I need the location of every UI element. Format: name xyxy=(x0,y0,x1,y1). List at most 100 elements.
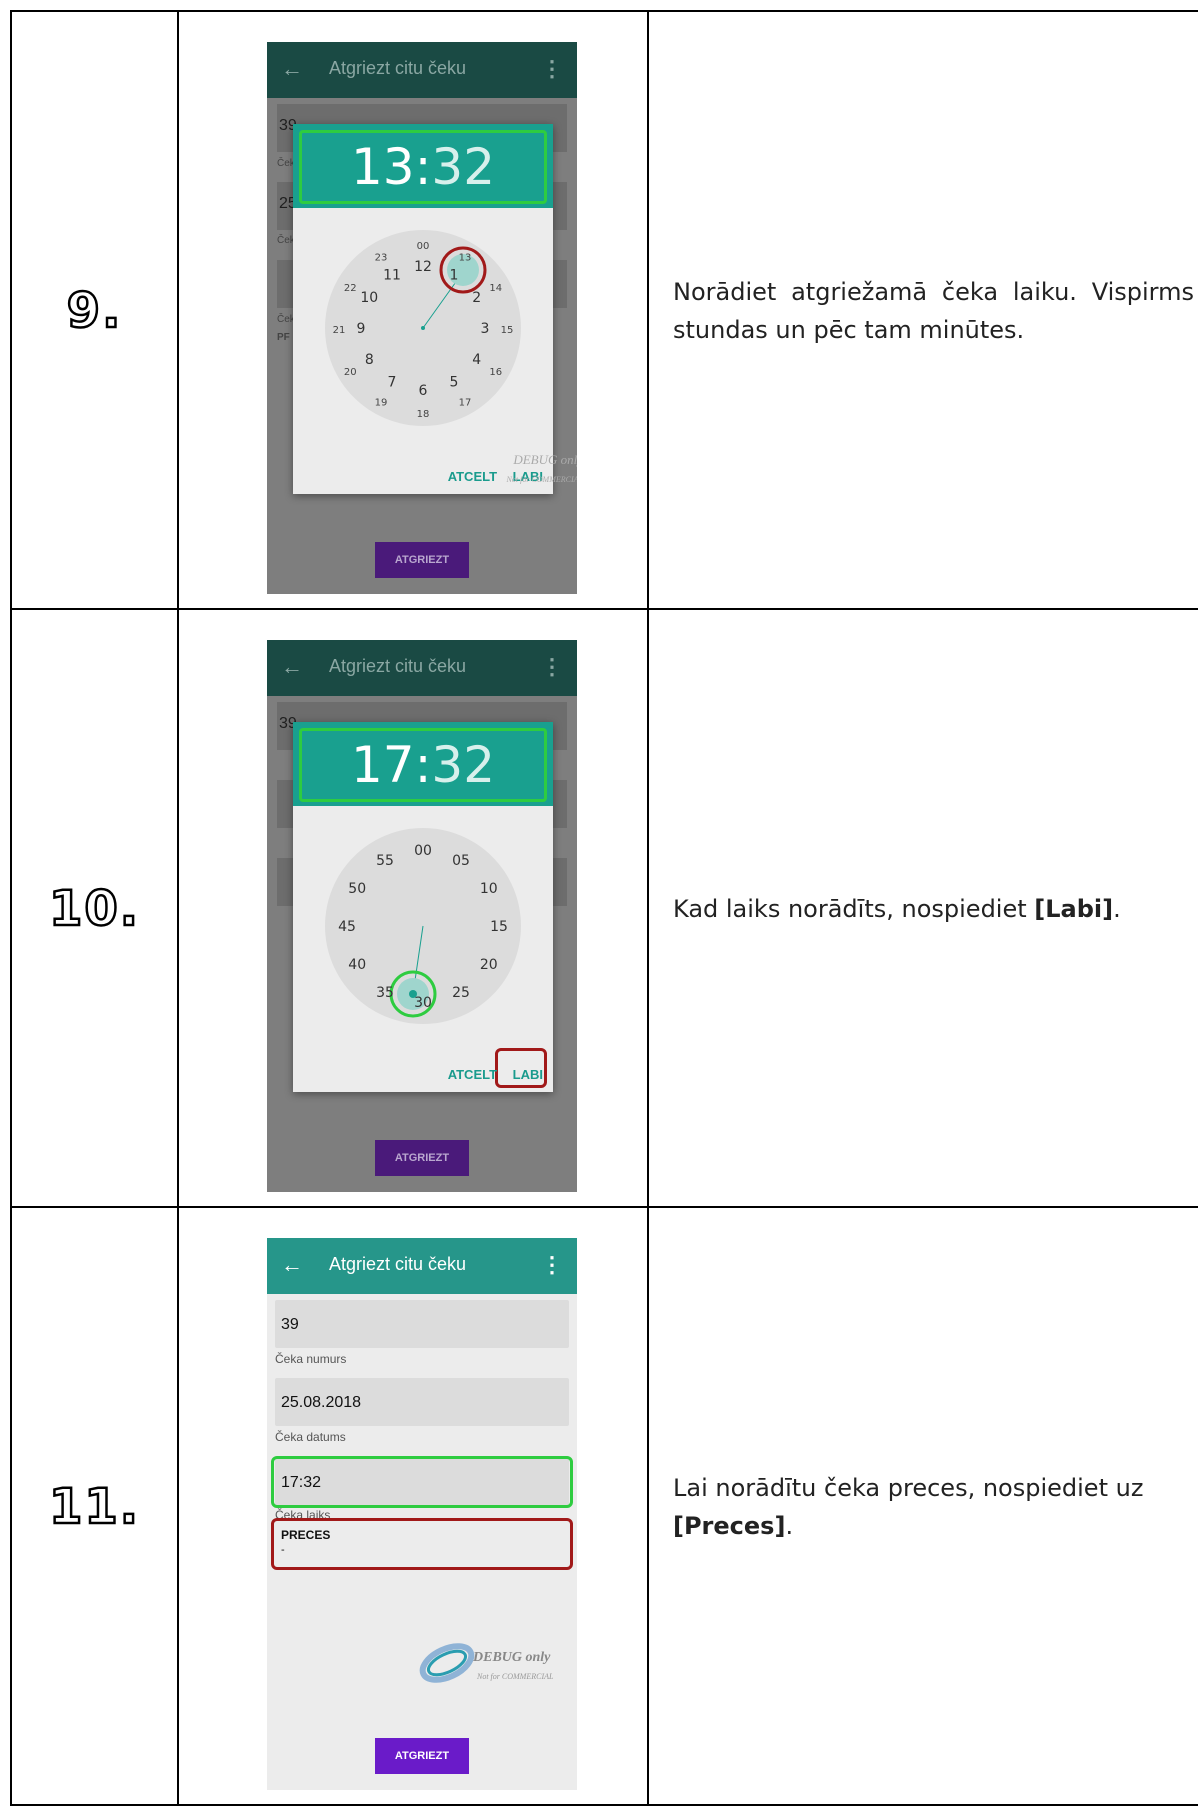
receipt-date-label: Čeka datums xyxy=(275,1430,346,1444)
goods-label: PF xyxy=(277,332,290,343)
clock-label[interactable]: 40 xyxy=(348,957,366,973)
clock-label[interactable]: 50 xyxy=(348,881,366,897)
ok-button[interactable]: LABI xyxy=(513,1067,543,1082)
clock-label[interactable]: 2 xyxy=(472,290,481,306)
clock-label[interactable]: 45 xyxy=(338,919,356,935)
clock-label[interactable]: 20 xyxy=(480,957,498,973)
back-arrow-icon[interactable]: ← xyxy=(281,1252,303,1278)
clock-label[interactable]: 22 xyxy=(344,283,357,294)
submit-button[interactable]: ATGRIEZT xyxy=(375,542,469,578)
clock-label[interactable]: 16 xyxy=(489,367,502,378)
steps-table: 9. ← Atgriezt citu čeku ⋮ 39 Ček 25 Ček … xyxy=(10,10,1198,1806)
clock-label[interactable]: 1 xyxy=(450,267,459,283)
clock-label[interactable]: 21 xyxy=(333,325,346,336)
clock-label[interactable]: 20 xyxy=(344,367,357,378)
clock-label[interactable]: 19 xyxy=(375,398,388,409)
clock-label[interactable]: 15 xyxy=(490,919,508,935)
goods-highlight xyxy=(271,1518,573,1570)
watermark-top: DEBUG only xyxy=(473,1650,551,1665)
cancel-button[interactable]: ATCELT xyxy=(448,1067,497,1082)
clock-label[interactable]: 4 xyxy=(472,352,481,368)
step-number: 11. xyxy=(48,1478,141,1537)
clock-label[interactable]: 7 xyxy=(388,375,397,391)
screenshot-cell: ← Atgriezt citu čeku ⋮ 39 Čeka numurs 25… xyxy=(177,1208,649,1806)
step-description: Lai norādītu čeka preces, nospiediet uz … xyxy=(673,1469,1194,1545)
watermark-bottom: Not for COMMERCIAL xyxy=(477,1672,554,1681)
app-bar: ← Atgriezt citu čeku ⋮ xyxy=(267,1238,577,1294)
clock-label[interactable]: 8 xyxy=(365,352,374,368)
screenshot-cell: ← Atgriezt citu čeku ⋮ 39 17:32 00 05 10… xyxy=(177,610,649,1208)
watermark-top: DEBUG only xyxy=(513,452,577,467)
phone-screenshot: ← Atgriezt citu čeku ⋮ 39 17:32 00 05 10… xyxy=(267,640,577,1192)
more-vert-icon[interactable]: ⋮ xyxy=(541,654,563,680)
clock-label[interactable]: 00 xyxy=(414,843,432,859)
time-picker-dialog: 17:32 00 05 10 15 20 25 30 35 40 45 50 55 ATCELT xyxy=(293,722,553,1092)
time-hours[interactable]: 13 xyxy=(351,138,415,196)
time-minutes[interactable]: 32 xyxy=(431,138,495,196)
description-text: Lai norādītu čeka preces, nospiediet uz xyxy=(673,1474,1144,1502)
step-number: 9. xyxy=(65,282,123,341)
debug-logo-icon xyxy=(419,1643,475,1683)
description-suffix: . xyxy=(1113,895,1121,923)
screenshot-cell: ← Atgriezt citu čeku ⋮ 39 Ček 25 Ček Ček… xyxy=(177,12,649,610)
time-separator: : xyxy=(414,736,432,794)
clock-label[interactable]: 11 xyxy=(383,267,401,283)
step-number-cell: 11. xyxy=(10,1208,177,1806)
clock-label[interactable]: 3 xyxy=(481,321,490,337)
receipt-time-value: 17:32 xyxy=(281,1474,322,1491)
cancel-button[interactable]: ATCELT xyxy=(448,469,497,484)
step-number-cell: 9. xyxy=(10,12,177,610)
clock-label[interactable]: 35 xyxy=(376,985,394,1001)
clock-label[interactable]: 30 xyxy=(414,995,432,1011)
debug-watermark-sub: Not for COMMERCIAL xyxy=(507,475,577,484)
step-row-11: 11. ← Atgriezt citu čeku ⋮ 39 Čeka numur… xyxy=(10,1206,1198,1806)
clock-label[interactable]: 5 xyxy=(450,375,459,391)
clock-label[interactable]: 23 xyxy=(375,252,388,263)
clock-label[interactable]: 12 xyxy=(414,259,432,275)
app-title: Atgriezt citu čeku xyxy=(329,1254,467,1274)
clock-label[interactable]: 13 xyxy=(459,252,472,263)
clock-label[interactable]: 55 xyxy=(376,853,394,869)
clock-label[interactable]: 25 xyxy=(452,985,470,1001)
submit-button[interactable]: ATGRIEZT xyxy=(375,1738,469,1774)
description-suffix: . xyxy=(785,1512,794,1540)
receipt-number-label: Čeka numurs xyxy=(275,1352,347,1366)
step-description: Kad laiks norādīts, nospiediet [Labi]. xyxy=(673,890,1194,928)
app-bar: ← Atgriezt citu čeku ⋮ xyxy=(267,42,577,98)
watermark-bottom: Not for COMMERCIAL xyxy=(506,475,577,484)
clock-label[interactable]: 05 xyxy=(452,853,470,869)
clock-label[interactable]: 15 xyxy=(501,325,514,336)
receipt-number-field[interactable] xyxy=(275,1300,569,1348)
more-vert-icon[interactable]: ⋮ xyxy=(541,1252,563,1278)
clock-label[interactable]: 18 xyxy=(417,409,430,420)
step-row-9: 9. ← Atgriezt citu čeku ⋮ 39 Ček 25 Ček … xyxy=(10,10,1198,610)
debug-watermark: DEBUG only xyxy=(513,452,577,468)
clock-label[interactable]: 17 xyxy=(459,398,472,409)
goods-button[interactable]: PRECES xyxy=(281,1528,330,1542)
clock-label[interactable]: 00 xyxy=(417,241,430,252)
clock-label[interactable]: 9 xyxy=(357,321,366,337)
clock-label[interactable]: 6 xyxy=(419,383,428,399)
hour-clock-face[interactable]: 121234567891011 001314151617181920212223 xyxy=(323,228,523,428)
description-cell: Lai norādītu čeka preces, nospiediet uz … xyxy=(647,1208,1198,1806)
app-title: Atgriezt citu čeku xyxy=(329,656,467,676)
clock-label[interactable]: 10 xyxy=(360,290,378,306)
more-vert-icon[interactable]: ⋮ xyxy=(541,56,563,82)
back-arrow-icon[interactable]: ← xyxy=(281,56,303,82)
time-hours[interactable]: 17 xyxy=(351,736,415,794)
dialog-actions: ATCELT LABI xyxy=(436,1067,543,1082)
receipt-number-value: 39 xyxy=(281,1316,299,1333)
back-arrow-icon[interactable]: ← xyxy=(281,654,303,680)
app-bar: ← Atgriezt citu čeku ⋮ xyxy=(267,640,577,696)
step-row-10: 10. ← Atgriezt citu čeku ⋮ 39 17:32 00 0… xyxy=(10,608,1198,1208)
time-picker-header: 13:32 xyxy=(293,124,553,208)
minute-clock-face[interactable]: 00 05 10 15 20 25 30 35 40 45 50 55 xyxy=(323,826,523,1026)
clock-label[interactable]: 14 xyxy=(489,283,502,294)
phone-screenshot: ← Atgriezt citu čeku ⋮ 39 Čeka numurs 25… xyxy=(267,1238,577,1790)
time-picker-dialog: 13:32 12 1 2 3 4 5 6 7 8 9 10 11 00 13 14 15 16 17 18 19 20… xyxy=(293,124,577,494)
description-text: Kad laiks norādīts, nospiediet xyxy=(673,895,1035,923)
submit-button[interactable]: ATGRIEZT xyxy=(375,1140,469,1176)
time-separator: : xyxy=(414,138,432,196)
clock-label[interactable]: 10 xyxy=(480,881,498,897)
time-minutes[interactable]: 32 xyxy=(431,736,495,794)
